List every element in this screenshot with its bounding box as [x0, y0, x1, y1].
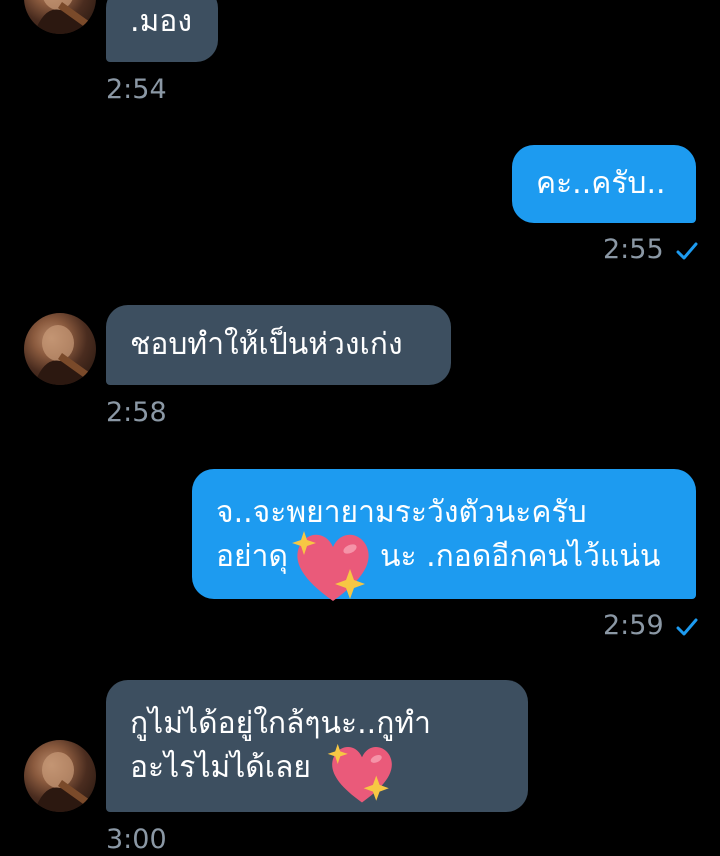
sparkling-heart-sticker [327, 743, 392, 803]
message-bubble-incoming[interactable]: .มอง [106, 0, 218, 62]
avatar-photo [34, 0, 90, 34]
message-timestamp: 3:00 [106, 824, 167, 855]
avatar-photo [34, 325, 90, 385]
check-icon [676, 242, 698, 259]
sparkling-heart-sticker [292, 531, 369, 601]
message-text-fragment: อะไรไม่ได้เลย [130, 750, 311, 785]
message-timestamp: 2:55 [603, 234, 664, 265]
message-text-fragment: อย่าดุ [216, 539, 288, 574]
message-text: .มอง [130, 4, 192, 39]
message-bubble-incoming[interactable]: กูไม่ได้อยู่ใกล้ๆนะ..กูทำ อะไรไม่ได้เลยว [106, 680, 528, 812]
message-text-fragment: นะ .กอดอีกคนไว้แน่น [379, 539, 661, 574]
message-timestamp: 2:54 [106, 74, 167, 105]
avatar[interactable] [24, 313, 96, 385]
message-timestamp: 2:58 [106, 397, 167, 428]
check-icon [676, 618, 698, 635]
avatar-photo [34, 752, 90, 812]
message-timestamp-row: 2:59 [603, 610, 698, 642]
message-bubble-outgoing[interactable]: จ..จะพยายามระวังตัวนะครับ อย่าดุ นะ .กอดอ… [192, 469, 696, 599]
avatar[interactable] [24, 0, 96, 34]
message-text: ชอบทำให้เป็นห่วงเก่ง [130, 327, 403, 362]
message-bubble-incoming[interactable]: ชอบทำให้เป็นห่วงเก่ง [106, 305, 451, 385]
message-timestamp: 2:59 [603, 610, 664, 641]
message-bubble-outgoing[interactable]: คะ..ครับ.. [512, 145, 696, 223]
message-text-line: อะไรไม่ได้เลยว [130, 746, 504, 790]
message-timestamp-row: 2:55 [603, 234, 698, 266]
message-text-line: กูไม่ได้อยู่ใกล้ๆนะ..กูทำ [130, 706, 431, 741]
message-text-line: จ..จะพยายามระวังตัวนะครับ [216, 495, 587, 530]
message-text-line: อย่าดุ นะ .กอดอีกคนไว้แน่น [216, 535, 672, 579]
message-text: คะ..ครับ.. [536, 166, 666, 201]
avatar[interactable] [24, 740, 96, 812]
